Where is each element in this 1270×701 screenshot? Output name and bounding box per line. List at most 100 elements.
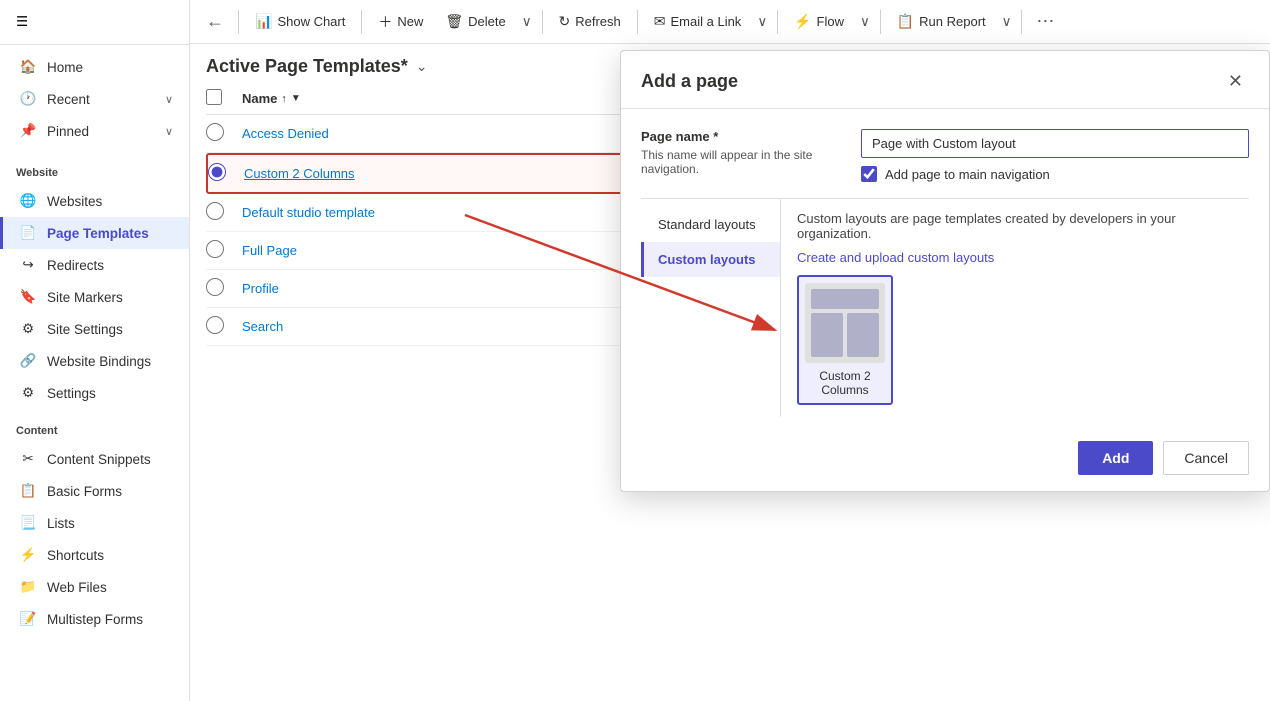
site-settings-icon: ⚙ [19,320,37,338]
dialog-footer: Add Cancel [621,429,1269,491]
row-check-5 [206,278,242,299]
sidebar-item-home[interactable]: 🏠 Home [0,51,189,83]
more-options-button[interactable]: ⋯ [1028,7,1062,36]
delete-label: Delete [468,14,506,29]
sidebar-multistep-forms-label: Multistep Forms [47,612,143,627]
row-radio-5[interactable] [206,278,224,296]
home-icon: 🏠 [19,58,37,76]
web-files-icon: 📁 [19,578,37,596]
email-link-button[interactable]: ✉ Email a Link [644,8,752,35]
row-radio-1[interactable] [206,123,224,141]
dialog-title: Add a page [641,71,738,92]
template-card-custom2[interactable]: Custom 2 Columns [797,275,893,405]
back-icon: ← [206,11,224,31]
sidebar-item-recent[interactable]: 🕐 Recent ∨ [0,83,189,115]
run-report-button[interactable]: 📋 Run Report [887,8,996,35]
sidebar-item-web-files[interactable]: 📁 Web Files [0,571,189,603]
close-icon: ✕ [1228,71,1243,91]
delete-chevron[interactable]: ∨ [518,9,536,35]
template-name-line1: Custom 2 [819,369,870,383]
run-report-chevron[interactable]: ∨ [998,9,1016,35]
name-filter-icon[interactable]: ▼ [291,93,301,104]
flow-button[interactable]: ⚡ Flow [784,8,854,35]
pinned-icon: 📌 [19,122,37,140]
sidebar-item-website-bindings[interactable]: 🔗 Website Bindings [0,345,189,377]
sidebar-item-multistep-forms[interactable]: 📝 Multistep Forms [0,603,189,635]
row-link-2[interactable]: Custom 2 Columns [244,166,355,181]
row-link-1[interactable]: Access Denied [242,126,329,141]
standard-layouts-tab[interactable]: Standard layouts [641,207,780,242]
sidebar-item-content-snippets[interactable]: ✂ Content Snippets [0,443,189,475]
template-name-line2: Columns [821,383,868,397]
sidebar-item-settings[interactable]: ⚙ Settings [0,377,189,409]
custom-layouts-label: Custom layouts [658,252,756,267]
sidebar-item-site-settings[interactable]: ⚙ Site Settings [0,313,189,345]
dialog-body: Page name * This name will appear in the… [621,109,1269,429]
show-chart-button[interactable]: 📊 Show Chart [245,8,355,35]
add-button[interactable]: Add [1078,441,1153,475]
cancel-button[interactable]: Cancel [1163,441,1249,475]
new-label: New [397,14,423,29]
recent-chevron: ∨ [165,93,173,106]
create-upload-link[interactable]: Create and upload custom layouts [797,250,994,265]
settings-icon: ⚙ [19,384,37,402]
page-title-chevron[interactable]: ⌄ [416,58,428,75]
sidebar-item-redirects[interactable]: ↪ Redirects [0,249,189,281]
row-radio-6[interactable] [206,316,224,334]
sidebar-top: ☰ [0,0,189,45]
row-check-3 [206,202,242,223]
row-radio-2[interactable] [208,163,226,181]
select-all-checkbox[interactable] [206,89,222,105]
row-link-3[interactable]: Default studio template [242,205,375,220]
flow-icon: ⚡ [794,13,811,30]
email-chevron-icon: ∨ [757,14,767,30]
sidebar-content-snippets-label: Content Snippets [47,452,151,467]
custom-layouts-tab[interactable]: Custom layouts [641,242,780,277]
row-check-2 [208,163,244,184]
select-all-col [206,89,242,108]
hamburger-button[interactable]: ☰ [12,10,32,34]
thumb-right-col [847,313,879,357]
layout-info-text: Custom layouts are page templates create… [797,211,1233,241]
back-button[interactable]: ← [198,7,232,36]
sidebar-item-pinned[interactable]: 📌 Pinned ∨ [0,115,189,147]
delete-icon: 🗑 [445,13,463,30]
page-name-input[interactable] [861,129,1249,158]
sidebar-item-site-markers[interactable]: 🔖 Site Markers [0,281,189,313]
sidebar-item-websites[interactable]: 🌐 Websites [0,185,189,217]
sidebar-item-shortcuts[interactable]: ⚡ Shortcuts [0,539,189,571]
pinned-chevron: ∨ [165,125,173,138]
sidebar-lists-label: Lists [47,516,75,531]
layout-content: Custom layouts are page templates create… [781,199,1249,417]
row-radio-4[interactable] [206,240,224,258]
row-link-6[interactable]: Search [242,319,283,334]
lists-icon: 📃 [19,514,37,532]
row-link-4[interactable]: Full Page [242,243,297,258]
new-button[interactable]: ＋ New [368,7,433,37]
page-title: Active Page Templates* [206,56,408,77]
dialog-close-button[interactable]: ✕ [1222,67,1249,96]
layout-section: Standard layouts Custom layouts Custom l… [641,198,1249,417]
run-report-chevron-icon: ∨ [1002,14,1012,30]
sidebar-item-lists[interactable]: 📃 Lists [0,507,189,539]
refresh-button[interactable]: ↻ Refresh [549,8,631,35]
add-nav-checkbox[interactable] [861,166,877,182]
toolbar-sep-3 [542,10,543,34]
sidebar-item-page-templates[interactable]: 📄 Page Templates [0,217,189,249]
row-link-5[interactable]: Profile [242,281,279,296]
email-link-label: Email a Link [671,14,742,29]
more-icon: ⋯ [1036,11,1054,31]
add-nav-row: Add page to main navigation [861,166,1249,182]
toolbar: ← 📊 Show Chart ＋ New 🗑 Delete ∨ ↻ Refres… [190,0,1270,44]
name-sort-icon[interactable]: ↑ [281,93,287,105]
delete-button[interactable]: 🗑 Delete [435,8,515,35]
sidebar-page-templates-label: Page Templates [47,226,149,241]
email-icon: ✉ [654,13,666,30]
flow-chevron[interactable]: ∨ [856,9,874,35]
page-name-row: Page name * This name will appear in the… [641,129,1249,182]
toolbar-sep-6 [880,10,881,34]
sidebar-item-basic-forms[interactable]: 📋 Basic Forms [0,475,189,507]
row-check-1 [206,123,242,144]
row-radio-3[interactable] [206,202,224,220]
email-chevron[interactable]: ∨ [753,9,771,35]
